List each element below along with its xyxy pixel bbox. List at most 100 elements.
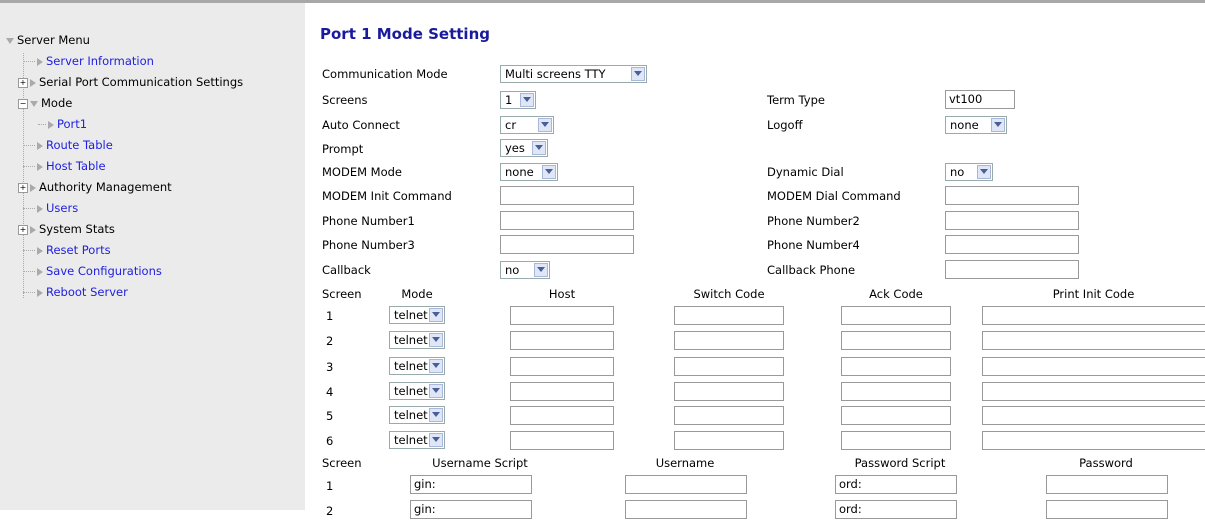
- auto-connect-select[interactable]: cr: [500, 116, 554, 134]
- print-init-code-input[interactable]: [982, 331, 1205, 350]
- sidebar-item-save-configurations[interactable]: Save Configurations: [23, 261, 162, 281]
- modem-mode-select[interactable]: none: [500, 163, 558, 181]
- col-header-switch-code: Switch Code: [693, 287, 765, 301]
- switch-code-input[interactable]: [674, 331, 784, 350]
- sidebar-item-users[interactable]: Users: [23, 198, 78, 218]
- prompt-select[interactable]: yes: [500, 139, 548, 157]
- chevron-down-icon: [631, 67, 645, 81]
- logoff-select[interactable]: none: [945, 116, 1007, 134]
- sidebar-item-authority-management[interactable]: + Authority Management: [18, 177, 172, 197]
- main-panel: Port 1 Mode Setting Communication Mode M…: [305, 3, 1205, 519]
- expand-plus-icon[interactable]: +: [18, 77, 28, 88]
- sidebar-item-route-table[interactable]: Route Table: [23, 135, 113, 155]
- logoff-label: Logoff: [767, 118, 803, 132]
- sidebar-root[interactable]: Server Menu: [6, 30, 90, 50]
- screen-mode-select[interactable]: telnet: [389, 357, 445, 375]
- sidebar-item-mode[interactable]: − Mode: [18, 93, 72, 113]
- chevron-down-icon: [520, 93, 534, 107]
- page-title: Port 1 Mode Setting: [320, 25, 490, 43]
- host-input[interactable]: [510, 331, 614, 350]
- password-script-input[interactable]: ord:: [835, 475, 957, 494]
- callback-select[interactable]: no: [500, 261, 550, 279]
- username-input[interactable]: [625, 475, 747, 494]
- phone1-input[interactable]: [500, 211, 634, 230]
- phone2-label: Phone Number2: [767, 214, 860, 228]
- chevron-down-icon: [429, 384, 443, 398]
- triangle-right-icon: [37, 204, 43, 213]
- print-init-code-input[interactable]: [982, 382, 1205, 401]
- screen-mode-select[interactable]: telnet: [389, 306, 445, 324]
- term-type-label: Term Type: [767, 93, 825, 107]
- screen-number: 3: [326, 360, 334, 374]
- triangle-right-icon: [37, 162, 43, 171]
- chevron-down-icon: [429, 433, 443, 447]
- host-input[interactable]: [510, 306, 614, 325]
- switch-code-input[interactable]: [674, 357, 784, 376]
- host-input[interactable]: [510, 406, 614, 425]
- ack-code-input[interactable]: [841, 357, 951, 376]
- print-init-code-input[interactable]: [982, 306, 1205, 325]
- screen-mode-select[interactable]: telnet: [389, 406, 445, 424]
- switch-code-input[interactable]: [674, 406, 784, 425]
- host-input[interactable]: [510, 382, 614, 401]
- term-type-input[interactable]: vt100: [945, 90, 1015, 109]
- phone3-input[interactable]: [500, 235, 634, 254]
- screen-mode-select[interactable]: telnet: [389, 331, 445, 349]
- host-input[interactable]: [510, 357, 614, 376]
- print-init-code-input[interactable]: [982, 406, 1205, 425]
- triangle-right-icon: [30, 78, 36, 87]
- sidebar-item-server-information[interactable]: Server Information: [23, 51, 154, 71]
- ack-code-input[interactable]: [841, 431, 951, 450]
- phone4-input[interactable]: [945, 235, 1079, 254]
- modem-init-input[interactable]: [500, 186, 634, 205]
- switch-code-input[interactable]: [674, 431, 784, 450]
- prompt-label: Prompt: [322, 142, 364, 156]
- col-header-screen: Screen: [322, 287, 362, 301]
- triangle-right-icon: [37, 267, 43, 276]
- print-init-code-input[interactable]: [982, 431, 1205, 450]
- sidebar-item-reset-ports[interactable]: Reset Ports: [23, 240, 111, 260]
- sidebar-item-host-table[interactable]: Host Table: [23, 156, 106, 176]
- callback-label: Callback: [322, 263, 371, 277]
- sidebar-item-reboot-server[interactable]: Reboot Server: [23, 282, 128, 302]
- switch-code-input[interactable]: [674, 306, 784, 325]
- chevron-down-icon: [30, 100, 38, 107]
- chevron-down-icon: [977, 165, 991, 179]
- modem-init-label: MODEM Init Command: [322, 189, 452, 203]
- triangle-right-icon: [37, 141, 43, 150]
- phone1-label: Phone Number1: [322, 214, 415, 228]
- sidebar-item-serial-port[interactable]: + Serial Port Communication Settings: [18, 72, 243, 92]
- screen-mode-select[interactable]: telnet: [389, 382, 445, 400]
- sidebar-item-port1[interactable]: Port1: [38, 114, 87, 134]
- password-input[interactable]: [1046, 475, 1168, 494]
- ack-code-input[interactable]: [841, 331, 951, 350]
- triangle-right-icon: [30, 183, 36, 192]
- ack-code-input[interactable]: [841, 406, 951, 425]
- host-input[interactable]: [510, 431, 614, 450]
- phone4-label: Phone Number4: [767, 238, 860, 252]
- dynamic-dial-select[interactable]: no: [945, 163, 993, 181]
- sidebar: Server Menu Server Information + Serial P…: [0, 3, 305, 510]
- print-init-code-input[interactable]: [982, 357, 1205, 376]
- screen-mode-select[interactable]: telnet: [389, 431, 445, 449]
- sidebar-item-system-stats[interactable]: + System Stats: [18, 219, 115, 239]
- switch-code-input[interactable]: [674, 382, 784, 401]
- ack-code-input[interactable]: [841, 306, 951, 325]
- phone2-input[interactable]: [945, 211, 1079, 230]
- col-header-username-script: Username Script: [432, 456, 528, 470]
- callback-phone-input[interactable]: [945, 260, 1079, 279]
- col-header-print-init-code: Print Init Code: [1052, 287, 1135, 301]
- ack-code-input[interactable]: [841, 382, 951, 401]
- triangle-right-icon: [37, 288, 43, 297]
- modem-dial-input[interactable]: [945, 186, 1079, 205]
- screens-select[interactable]: 1: [500, 91, 536, 109]
- username-script-input[interactable]: gin:: [410, 475, 532, 494]
- expand-plus-icon[interactable]: +: [18, 224, 28, 235]
- communication-mode-label: Communication Mode: [322, 67, 448, 81]
- expand-plus-icon[interactable]: +: [18, 182, 28, 193]
- triangle-right-icon: [37, 57, 43, 66]
- sidebar-root-label: Server Menu: [17, 33, 90, 47]
- collapse-minus-icon[interactable]: −: [18, 98, 28, 109]
- communication-mode-select[interactable]: Multi screens TTY: [500, 65, 647, 83]
- auto-connect-label: Auto Connect: [322, 118, 400, 132]
